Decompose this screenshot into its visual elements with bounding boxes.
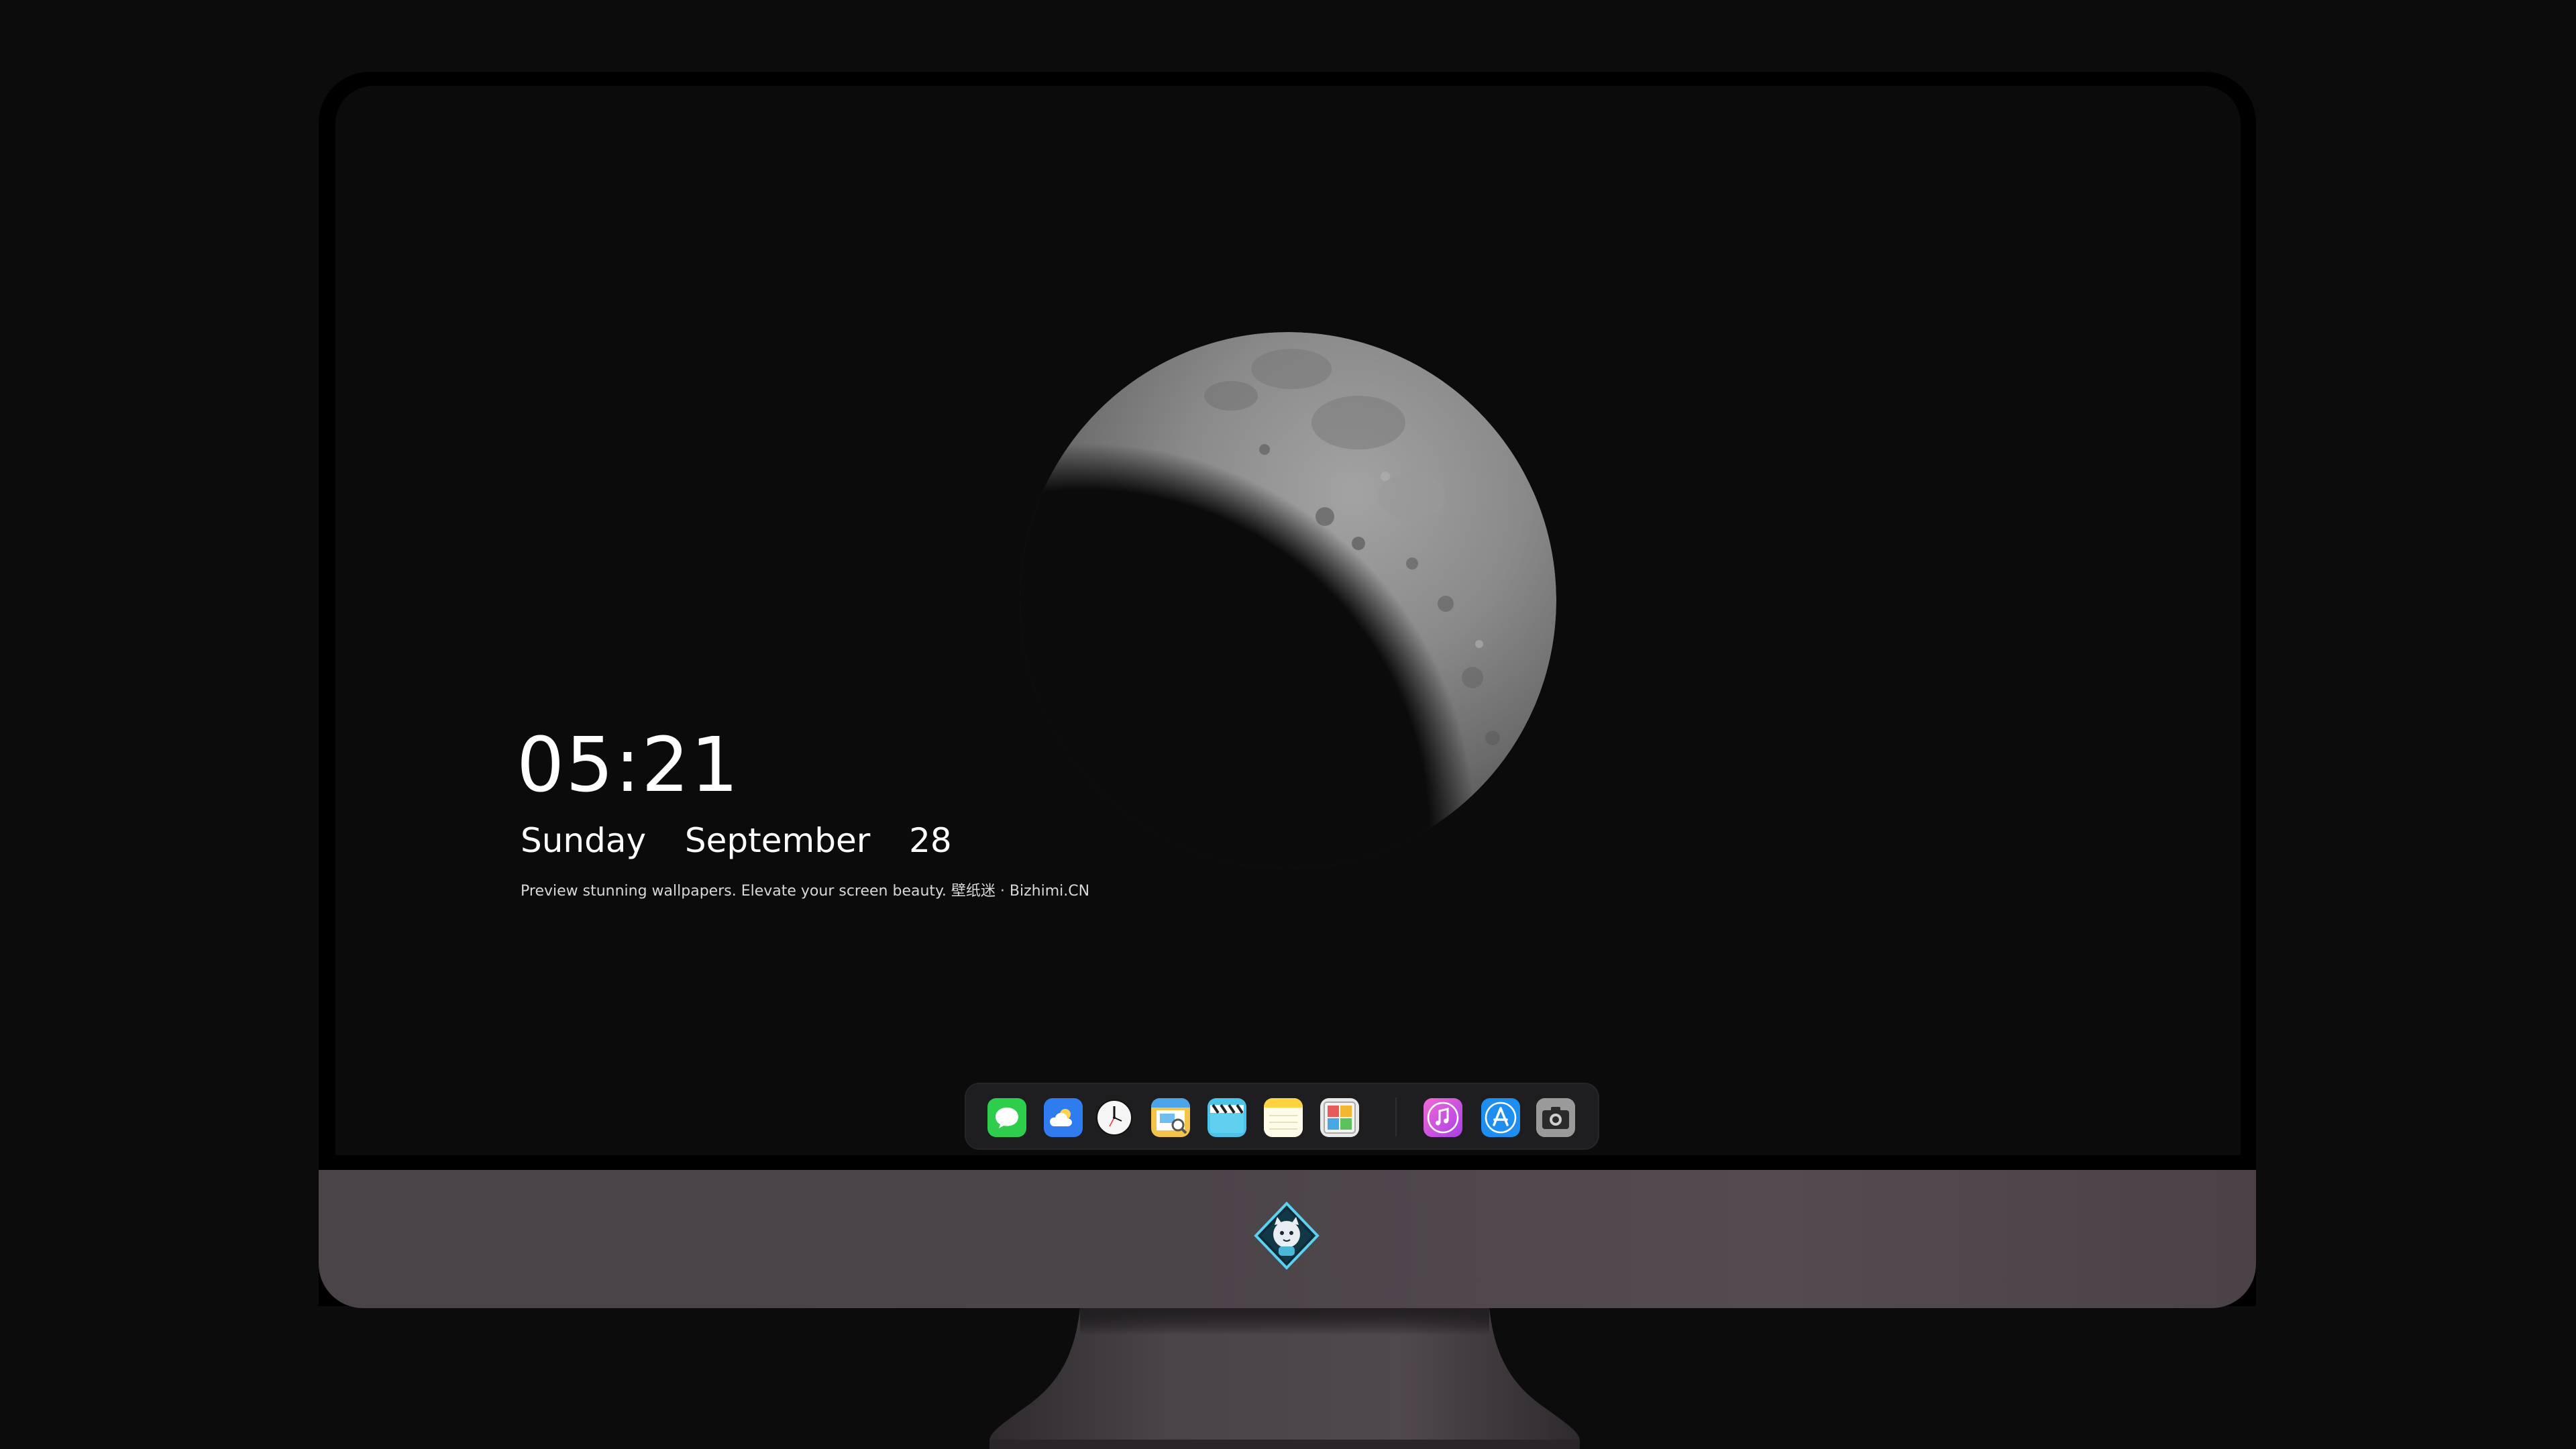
month-label: September <box>684 821 871 860</box>
day-label: 28 <box>909 821 952 860</box>
clock-icon[interactable] <box>1095 1098 1134 1137</box>
mascot-logo-icon <box>1254 1201 1320 1270</box>
dock <box>965 1083 1599 1150</box>
notes-icon[interactable] <box>1264 1098 1303 1137</box>
dock-separator <box>1395 1097 1397 1136</box>
lock-screen: 05:21 Sunday September 28 Preview stunni… <box>335 86 2241 1155</box>
preview-icon[interactable] <box>1151 1098 1190 1137</box>
weather-icon[interactable] <box>1044 1098 1083 1137</box>
lock-date: Sunday September 28 <box>521 824 952 857</box>
app-store-icon[interactable] <box>1481 1098 1520 1137</box>
camera-icon[interactable] <box>1536 1098 1575 1137</box>
clips-icon[interactable] <box>1208 1098 1246 1137</box>
wallpaper-caption: Preview stunning wallpapers. Elevate you… <box>521 883 1090 900</box>
photo-booth-icon[interactable] <box>1320 1098 1359 1137</box>
monitor-chin-edge <box>319 1155 2256 1170</box>
lock-clock: 05:21 <box>517 722 740 809</box>
moon-wallpaper <box>1020 332 1556 869</box>
desktop-scene: 05:21 Sunday September 28 Preview stunni… <box>0 0 2576 1449</box>
messages-icon[interactable] <box>987 1098 1026 1137</box>
music-icon[interactable] <box>1424 1098 1462 1137</box>
weekday-label: Sunday <box>521 821 647 860</box>
monitor-stand <box>989 1308 1580 1449</box>
